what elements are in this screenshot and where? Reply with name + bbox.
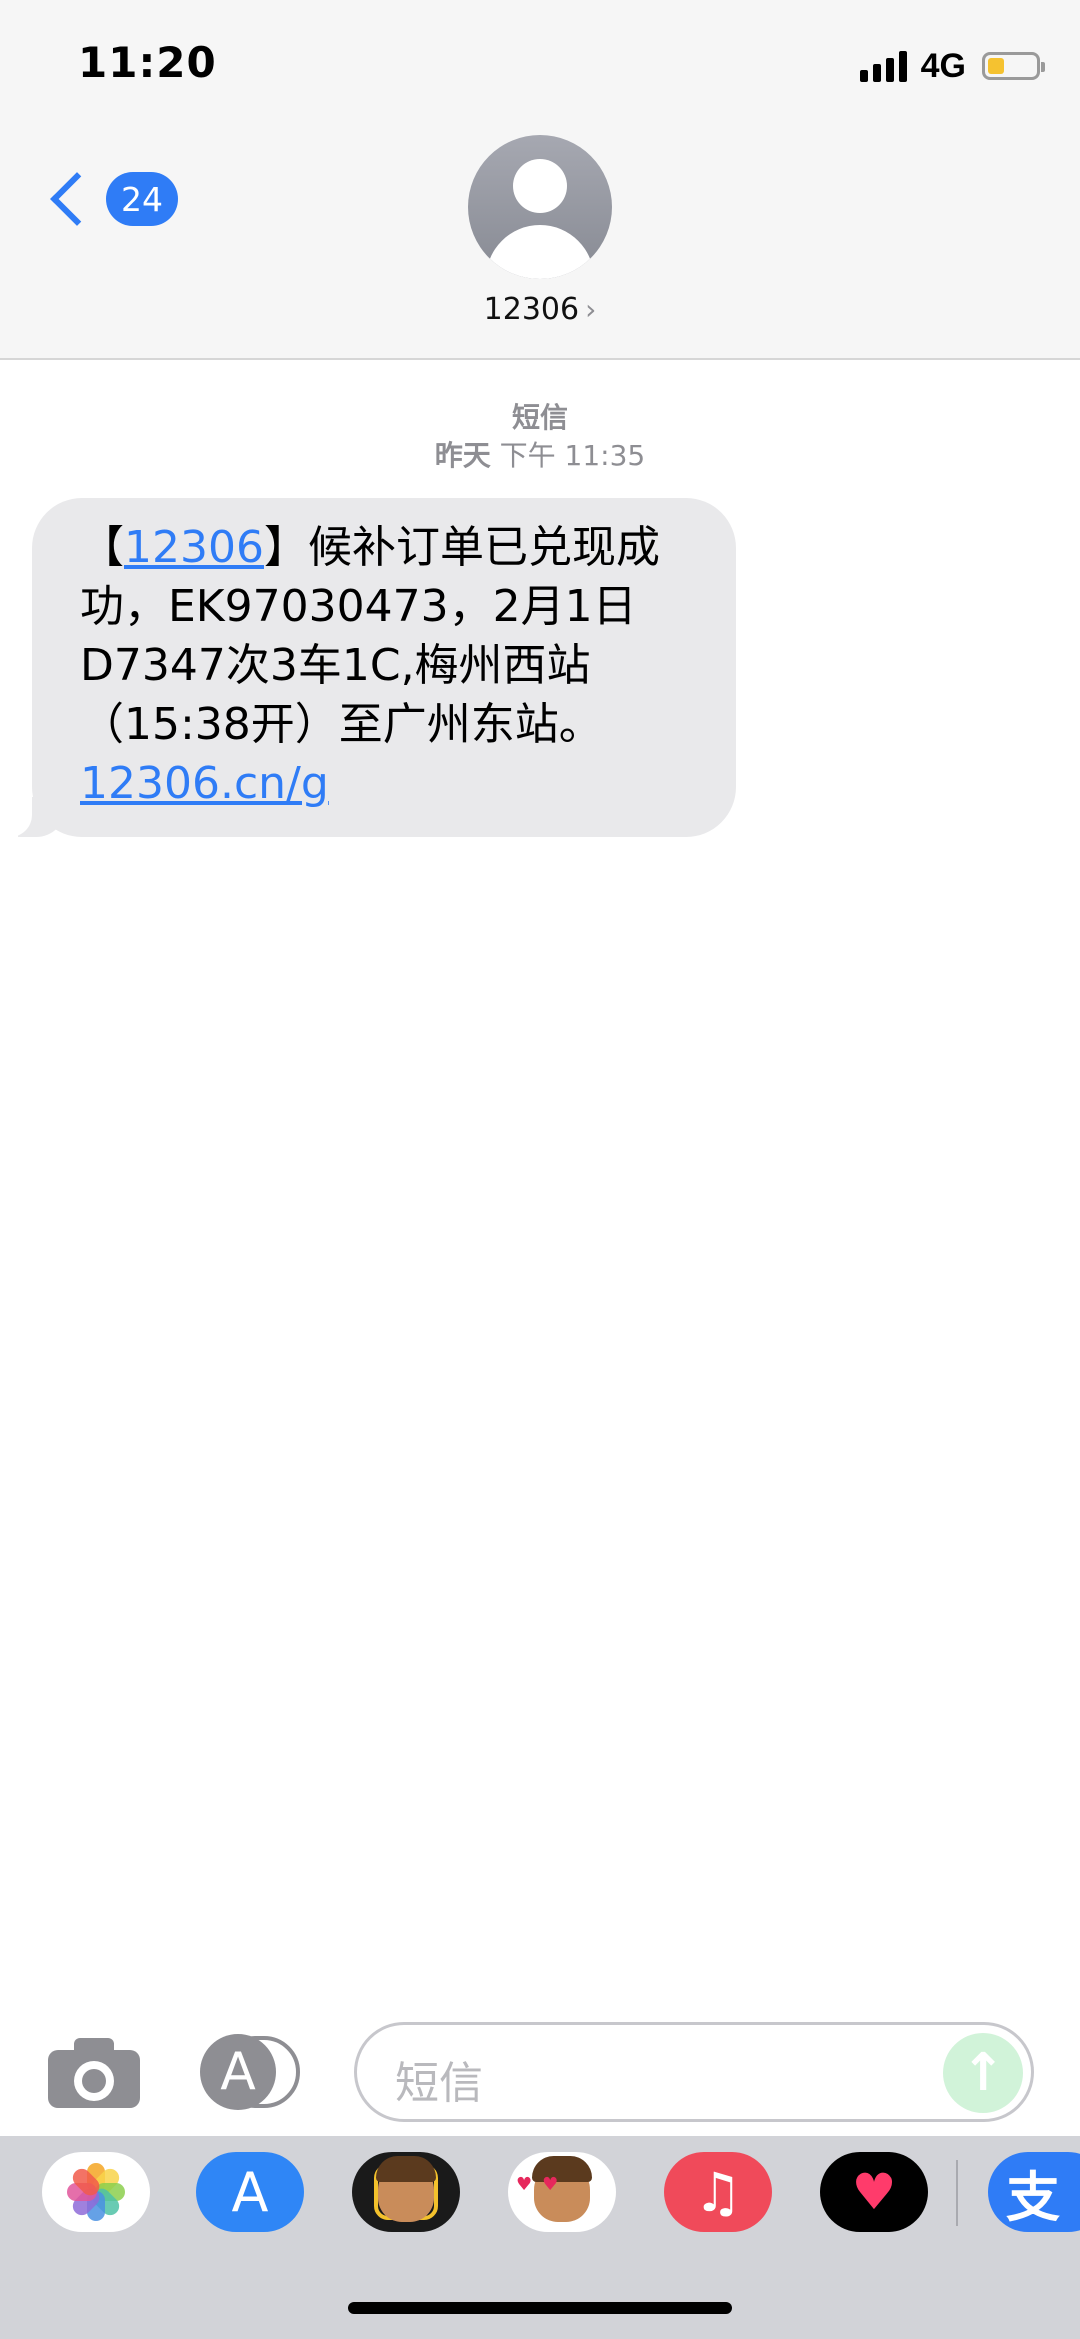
home-indicator[interactable] — [348, 2302, 732, 2314]
camera-icon[interactable] — [48, 2038, 140, 2108]
message-line-1-text: 】候补订单已兑现成 — [263, 522, 660, 573]
incoming-message-bubble[interactable]: 【12306】候补订单已兑现成 功，EK97030473，2月1日 D7347次… — [0, 498, 736, 837]
message-input-placeholder: 短信 — [395, 2058, 483, 2109]
apps-button[interactable]: A — [200, 2034, 300, 2110]
alipay-icon[interactable]: 支 — [988, 2152, 1080, 2232]
message-line-4: （15:38开）至广州东站。 — [80, 699, 603, 750]
chevron-right-icon: › — [585, 293, 597, 326]
message-service-label: 短信 — [511, 401, 568, 434]
contact-avatar[interactable] — [468, 135, 612, 279]
contact-name: 12306 — [483, 292, 580, 327]
timestamp-time: 下午 11:35 — [499, 439, 646, 472]
sender-number-link[interactable]: 12306 — [124, 522, 264, 573]
contact-name-button[interactable]: 12306 › — [0, 292, 1080, 327]
person-icon — [513, 159, 567, 213]
network-type: 4G — [920, 46, 966, 85]
timestamp-day: 昨天 — [434, 439, 491, 472]
conversation-header: 11:20 4G 24 12306 › — [0, 0, 1080, 360]
send-arrow-icon[interactable]: ↑ — [943, 2033, 1023, 2113]
status-indicators: 4G — [859, 46, 1045, 86]
drawer-divider — [956, 2160, 958, 2226]
app-store-icon: A — [200, 2034, 276, 2110]
status-time: 11:20 — [78, 38, 217, 87]
battery-icon — [982, 52, 1045, 80]
photos-icon[interactable] — [42, 2152, 150, 2232]
cellular-signal-icon — [859, 50, 907, 82]
imessage-app-drawer: A ♥♥ ♫ ♥ 支 — [0, 2136, 1080, 2339]
memoji-icon[interactable] — [352, 2152, 460, 2232]
message-url-link[interactable]: 12306.cn/g — [80, 754, 702, 813]
music-icon[interactable]: ♫ — [664, 2152, 772, 2232]
fitness-heart-icon[interactable]: ♥ — [820, 2152, 928, 2232]
message-input[interactable]: 短信 ↑ — [354, 2022, 1034, 2122]
message-line-2: 功，EK97030473，2月1日 — [80, 581, 637, 632]
message-line-3: D7347次3车1C,梅州西站 — [80, 640, 591, 691]
message-timestamp: 昨天 下午 11:35 — [0, 434, 1080, 474]
app-store-icon[interactable]: A — [196, 2152, 304, 2232]
unread-count-badge: 24 — [106, 172, 178, 226]
message-line-1: 【12306】候补订单已兑现成 — [80, 518, 702, 577]
back-button[interactable]: 24 — [44, 172, 178, 226]
chevron-left-icon — [50, 172, 104, 226]
memoji-stickers-icon[interactable]: ♥♥ — [508, 2152, 616, 2232]
message-bubble-container: 【12306】候补订单已兑现成 功，EK97030473，2月1日 D7347次… — [0, 498, 736, 837]
bracket-open: 【 — [80, 522, 124, 573]
